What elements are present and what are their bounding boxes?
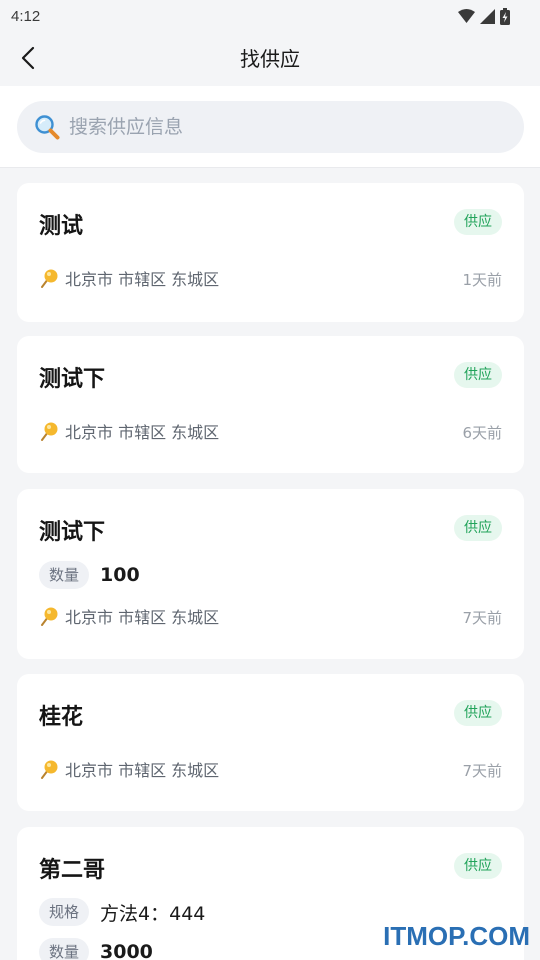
location-text: 北京市 市辖区 东城区 [65, 423, 220, 442]
supply-badge: 供应 [454, 853, 502, 879]
attribute-key: 数量 [39, 938, 90, 960]
card-title: 测试 [39, 214, 84, 239]
time-ago: 7天前 [462, 609, 502, 627]
page-title: 找供应 [240, 47, 300, 71]
watermark: ITMOP.COM [383, 921, 530, 951]
search-icon [35, 115, 60, 140]
header: 找供应 [0, 32, 540, 86]
card-location: 北京市 市辖区 东城区 [39, 757, 219, 781]
attribute-key: 数量 [39, 561, 90, 589]
card-title: 测试下 [39, 367, 106, 392]
location-text: 北京市 市辖区 东城区 [65, 608, 220, 627]
pushpin-icon [41, 607, 58, 626]
pushpin-icon [41, 422, 58, 441]
card-title: 测试下 [39, 520, 106, 545]
attribute-value: 100 [100, 564, 140, 586]
card-attribute: 规格 方法4：444 [39, 898, 205, 926]
supply-badge: 供应 [454, 515, 502, 541]
location-text: 北京市 市辖区 东城区 [65, 761, 220, 780]
supply-badge: 供应 [454, 209, 502, 235]
location-text: 北京市 市辖区 东城区 [65, 270, 220, 289]
card-attribute: 数量 3000 [39, 938, 153, 960]
pushpin-icon [41, 760, 58, 779]
status-icons [458, 7, 510, 25]
status-time: 4:12 [11, 7, 41, 25]
time-ago: 6天前 [462, 424, 502, 442]
search-input[interactable] [69, 116, 489, 138]
card-location: 北京市 市辖区 东城区 [39, 604, 219, 628]
pushpin-icon [41, 269, 58, 288]
supply-card[interactable]: 桂花 供应 北京市 市辖区 东城区 7天前 [17, 674, 524, 811]
signal-icon [480, 8, 495, 24]
time-ago: 7天前 [462, 762, 502, 780]
supply-card[interactable]: 测试下 供应 北京市 市辖区 东城区 6天前 [17, 336, 524, 473]
search-box[interactable] [17, 101, 524, 153]
card-title: 第二哥 [39, 858, 106, 883]
attribute-value: 方法4：444 [100, 902, 206, 925]
card-title: 桂花 [39, 705, 84, 730]
supply-card[interactable]: 测试 供应 北京市 市辖区 东城区 1天前 [17, 183, 524, 322]
supply-badge: 供应 [454, 700, 502, 726]
card-attribute: 数量 100 [39, 561, 140, 589]
time-ago: 1天前 [462, 271, 502, 289]
card-location: 北京市 市辖区 东城区 [39, 419, 219, 443]
supply-badge: 供应 [454, 362, 502, 388]
battery-icon [500, 7, 510, 25]
wifi-icon [458, 9, 475, 23]
search-area [0, 86, 540, 168]
card-location: 北京市 市辖区 东城区 [39, 266, 219, 290]
attribute-key: 规格 [39, 898, 90, 926]
attribute-value: 3000 [100, 941, 153, 960]
supply-card[interactable]: 测试下 供应 数量 100 北京市 市辖区 东城区 7天前 [17, 489, 524, 659]
status-bar: 4:12 [0, 0, 540, 32]
